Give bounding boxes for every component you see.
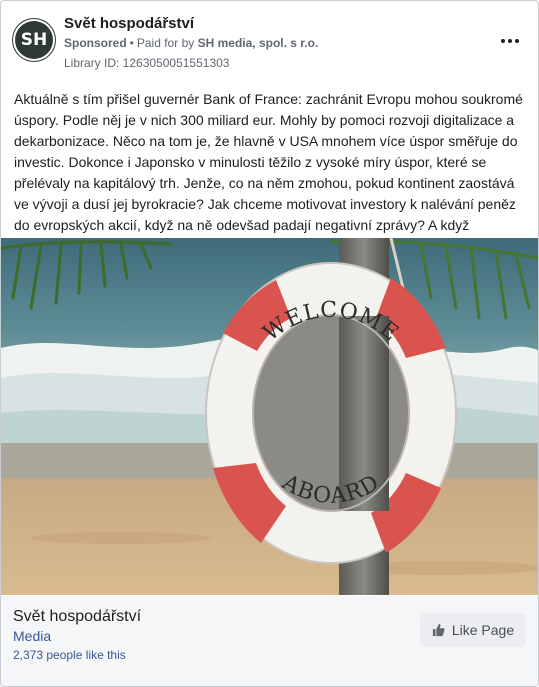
more-options-icon[interactable] <box>498 31 522 51</box>
post-text: Aktuálně s tím přišel guvernér Bank of F… <box>14 91 523 233</box>
footer-page-name[interactable]: Svět hospodářství <box>13 608 141 626</box>
sponsored-line: Sponsored • Paid for by SH media, spol. s … <box>64 36 318 50</box>
thumbs-up-icon <box>432 623 445 637</box>
avatar-initials: SH <box>20 30 48 50</box>
payer-name: SH media, spol. s r.o. <box>197 36 319 50</box>
footer-category: Media <box>13 628 52 644</box>
page-name-link[interactable]: Svět hospodářství <box>64 15 194 32</box>
footer-like-count: 2,373 people like this <box>13 648 126 662</box>
ad-card: SH Svět hospodářství Sponsored • Paid for … <box>0 0 539 687</box>
sponsored-label: Sponsored <box>64 36 127 50</box>
page-avatar[interactable]: SH <box>13 19 55 61</box>
library-id: Library ID: 1263050051551303 <box>64 56 230 70</box>
separator-dot: • <box>129 36 134 50</box>
like-page-button[interactable]: Like Page <box>420 613 526 647</box>
ad-footer: Svět hospodářství Media 2,373 people lik… <box>1 596 538 686</box>
paid-for-label: Paid for by <box>136 36 195 50</box>
post-header: SH Svět hospodářství Sponsored • Paid for … <box>13 13 526 73</box>
like-page-label: Like Page <box>451 622 515 638</box>
ad-image[interactable]: WELCOME ABOARD <box>1 238 538 595</box>
